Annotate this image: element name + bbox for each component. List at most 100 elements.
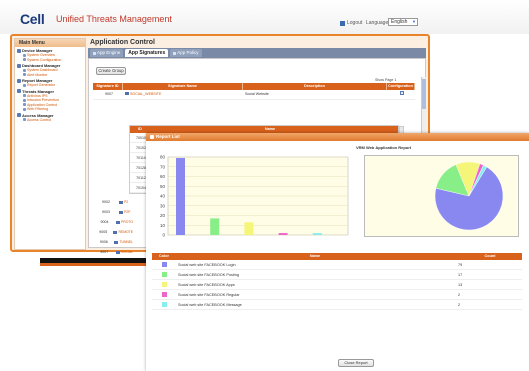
y-tick-label: 40 (160, 194, 166, 199)
y-tick-label: 10 (160, 223, 166, 228)
y-tick-label: 80 (160, 155, 166, 160)
legend-name: Social web site FACEBOOK Regular (178, 292, 240, 297)
report-title-bar: Report List (146, 133, 529, 141)
legend-table: Color Name Count Social web site FACEBOO… (152, 253, 522, 310)
accent-strip (40, 263, 150, 266)
product-name: Unified Threats Management (56, 14, 172, 24)
color-swatch (161, 272, 167, 277)
page-icon (23, 118, 26, 122)
legend-row[interactable]: Social web site FACEBOOK Message 2 (152, 300, 522, 310)
language-select[interactable]: English ▼ (388, 18, 418, 26)
folder-icon (113, 230, 118, 234)
engine-icon (93, 51, 96, 55)
list-item[interactable]: 9005 REMOTE (93, 227, 133, 237)
chart-title: VRM Web Application Report (356, 145, 412, 150)
language-label: Language (366, 20, 389, 26)
list-item[interactable]: 9006 TUNNEL (93, 237, 133, 247)
bar[interactable] (210, 218, 220, 235)
color-swatch (161, 282, 167, 287)
y-tick-label: 20 (160, 213, 166, 218)
page-icon (23, 53, 26, 57)
sidebar: Main Menu Device Manager System Overview… (14, 38, 86, 250)
report-dialog: Report List VRM Web Application Report 0… (146, 133, 529, 371)
legend-row[interactable]: Social web site FACEBOOK Posting 17 (152, 270, 522, 280)
page-icon (23, 98, 26, 102)
policy-icon (173, 51, 177, 55)
table-header: Color Name Count (152, 253, 522, 260)
page-icon (23, 73, 26, 77)
legend-count: 17 (458, 272, 463, 277)
color-swatch (161, 292, 167, 297)
shield-icon (17, 89, 21, 93)
page-icon (23, 58, 26, 62)
page-indicator: Show Page 1 (375, 78, 397, 82)
legend-count: 2 (458, 302, 461, 307)
legend-name: Social web site FACEBOOK Posting (178, 272, 239, 277)
y-tick-label: 50 (160, 184, 166, 189)
list-item[interactable]: 9004 PROTO (93, 217, 134, 227)
logout-icon (340, 20, 345, 26)
table-row[interactable]: 9007 SOCIAL_WEBSITE Social Website (93, 90, 415, 100)
legend-name: Social web site FACEBOOK Message (178, 302, 242, 307)
bar[interactable] (312, 233, 322, 235)
color-swatch (161, 302, 167, 307)
legend-name: Social web site FACEBOOK Apps (178, 282, 235, 287)
report-icon (150, 135, 154, 139)
pie-chart-svg (434, 161, 504, 231)
bar[interactable] (176, 157, 185, 235)
page-icon (23, 103, 26, 107)
folder-icon (119, 200, 123, 204)
edit-icon[interactable] (400, 91, 404, 95)
bar[interactable] (244, 222, 254, 235)
sidebar-item-alert-monitor[interactable]: Alert Monitor (15, 73, 85, 78)
tab-app-policy[interactable]: App Policy (170, 49, 202, 57)
top-bar: Cell Unified Threats Management Logout L… (0, 0, 529, 34)
bar-chart: 0 10 20 30 40 50 60 70 80 (146, 143, 356, 243)
legend-name: Social web site FACEBOOK Login (178, 262, 236, 267)
chevron-down-icon: ▼ (412, 19, 416, 24)
logout-link[interactable]: Logout (340, 20, 362, 26)
legend-count: 13 (458, 282, 463, 287)
signature-table: Signature ID Signature Name Description … (93, 83, 415, 100)
folder-icon (125, 92, 129, 95)
scrollbar-thumb[interactable] (422, 79, 426, 109)
dashboard-icon (17, 63, 21, 68)
tab-app-signatures[interactable]: App Signatures (125, 49, 169, 57)
signature-list: 9002 P2 9003 P2P 9004 PROTO 9005 REMOTE 9006… (93, 197, 133, 267)
page-icon (23, 107, 26, 111)
page-icon (23, 83, 26, 87)
brand-logo: Cell (20, 11, 45, 27)
y-tick-label: 60 (160, 174, 166, 179)
device-icon (17, 48, 21, 53)
folder-icon (114, 240, 119, 244)
sidebar-item-access-control[interactable]: Access Control (15, 118, 85, 123)
sidebar-title: Main Menu (15, 39, 85, 47)
y-tick-label: 70 (160, 164, 166, 169)
create-group-button[interactable]: Create Group (96, 67, 126, 75)
sidebar-item-system-configuration[interactable]: System Configuration (15, 58, 85, 63)
legend-row[interactable]: Social web site FACEBOOK Apps 13 (152, 280, 522, 290)
bar[interactable] (278, 233, 288, 235)
page-title: Application Control (90, 39, 155, 46)
report-icon (17, 78, 21, 83)
legend-count: 2 (458, 292, 461, 297)
list-item[interactable]: 9007 SOCIAL (93, 247, 133, 257)
folder-icon (116, 220, 120, 224)
bar-chart-svg: 0 10 20 30 40 50 60 70 80 (160, 155, 349, 238)
list-item[interactable]: 9003 P2P (93, 207, 133, 217)
y-tick-label: 0 (162, 233, 165, 238)
key-icon (17, 113, 21, 117)
color-swatch (161, 262, 167, 267)
legend-row[interactable]: Social web site FACEBOOK Regular 2 (152, 290, 522, 300)
folder-icon (115, 250, 120, 254)
pie-chart (364, 155, 519, 237)
tab-app-engine[interactable]: App Engine (90, 49, 124, 57)
legend-row[interactable]: Social web site FACEBOOK Login 79 (152, 260, 522, 270)
sidebar-item-web-filtering[interactable]: Web Filtering (15, 107, 85, 112)
list-item[interactable]: 9002 P2 (93, 197, 133, 207)
legend-count: 79 (458, 262, 463, 267)
sidebar-item-report-generator[interactable]: Report Generator (15, 83, 85, 88)
y-tick-label: 30 (160, 203, 166, 208)
page-icon (23, 94, 26, 98)
close-report-button[interactable]: Close Report (338, 359, 374, 367)
